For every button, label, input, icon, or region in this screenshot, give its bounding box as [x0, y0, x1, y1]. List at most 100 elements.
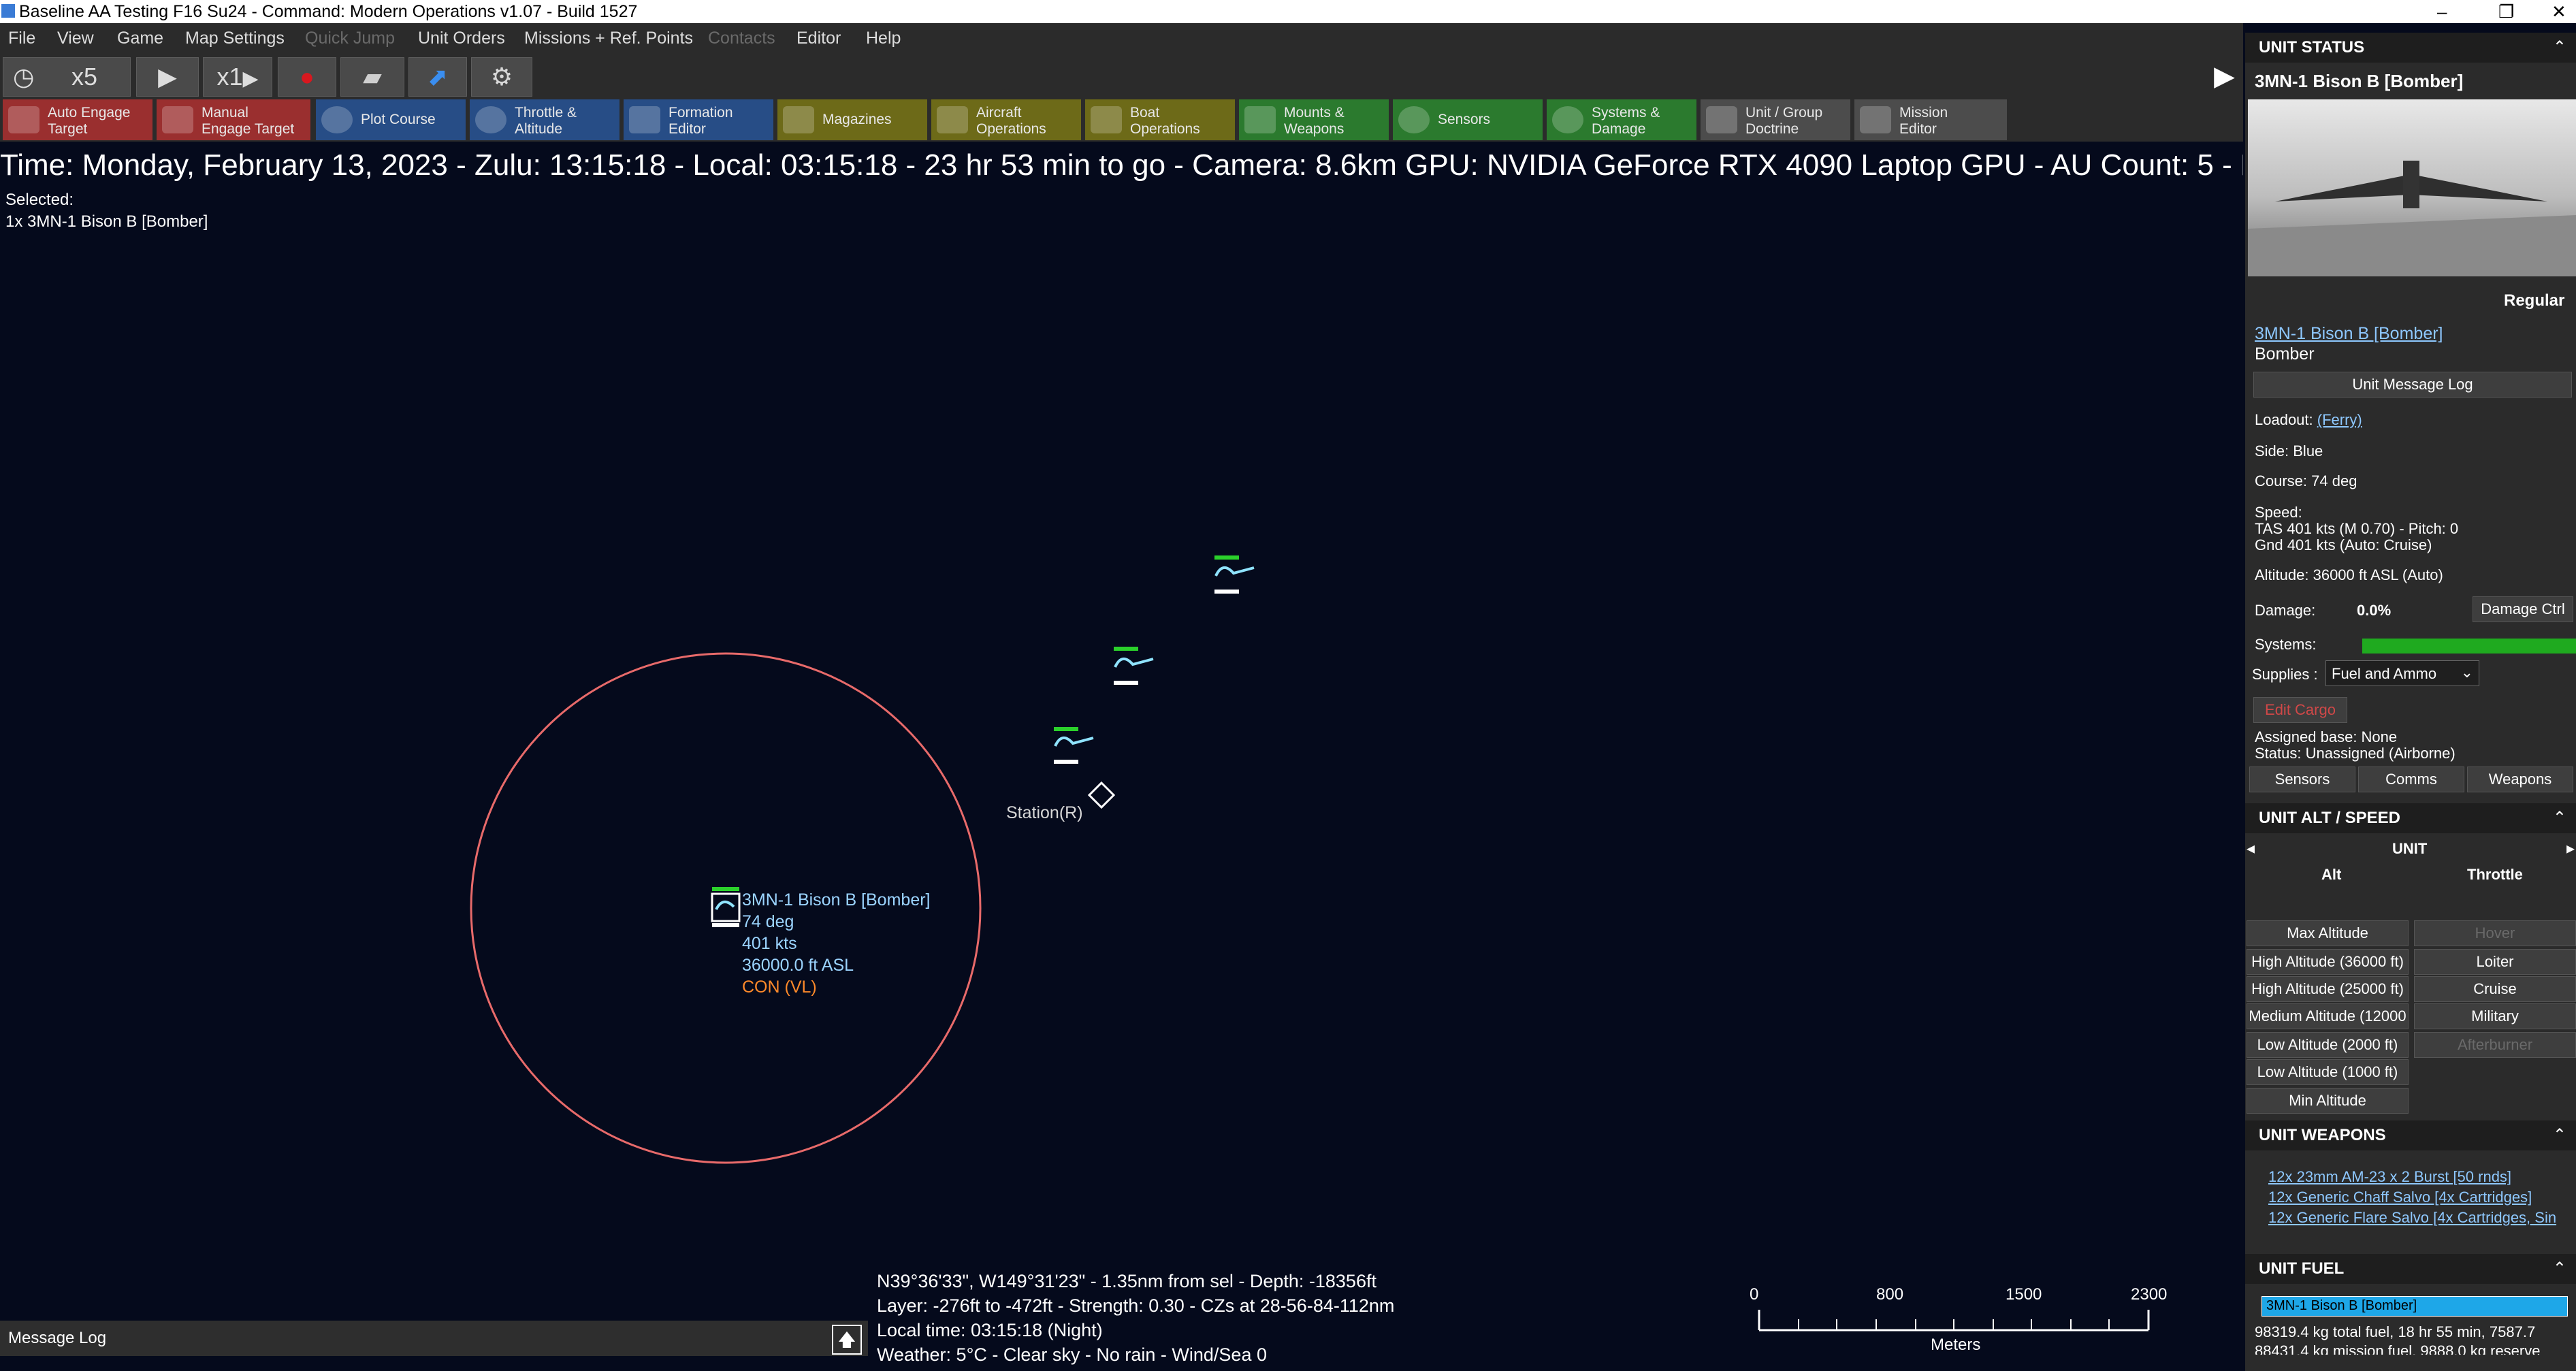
- fuel-total: 98319.4 kg total fuel, 18 hr 55 min, 758…: [2255, 1323, 2536, 1340]
- collapse-panel-arrow[interactable]: ▶: [2206, 54, 2243, 98]
- fuel-bar-label: 3MN-1 Bison B [Bomber]: [2266, 1298, 2417, 1313]
- menu-game[interactable]: Game: [117, 29, 163, 48]
- cinematic-button[interactable]: ▰: [340, 57, 404, 97]
- chevron-left-icon[interactable]: ◂: [2247, 839, 2255, 858]
- manual-engage-button[interactable]: Manual Engage Target: [157, 99, 310, 140]
- time-compression-button[interactable]: ◷ x5: [3, 57, 131, 97]
- mission-editor-button[interactable]: Mission Editor: [1854, 99, 2007, 140]
- doctrine-button[interactable]: Unit / Group Doctrine: [1701, 99, 1850, 140]
- sensors-button[interactable]: Sensors: [1393, 99, 1543, 140]
- tab-sensors[interactable]: Sensors: [2249, 767, 2355, 792]
- cursor-coordinates: N39°36'33", W149°31'23" - 1.35nm from se…: [877, 1271, 1376, 1291]
- unit-side-panel: UNIT STATUS ⌃ 3MN-1 Bison B [Bomber] Reg…: [2245, 33, 2576, 1371]
- aircraft-operations-button[interactable]: Aircraft Operations: [931, 99, 1081, 140]
- selected-label: Selected:: [5, 191, 74, 209]
- aircraft-contact-2[interactable]: [1114, 647, 1154, 685]
- throttle-loiter-button[interactable]: Loiter: [2414, 949, 2576, 975]
- speed-label: Speed:: [2255, 504, 2302, 521]
- alt-speed-unit-row: ◂ UNIT ▸: [2245, 836, 2576, 863]
- auto-engage-button[interactable]: Auto Engage Target: [3, 99, 152, 140]
- alt-low-2000-button[interactable]: Low Altitude (2000 ft): [2247, 1032, 2409, 1058]
- alt-max-button[interactable]: Max Altitude: [2247, 920, 2409, 946]
- throttle-cruise-button[interactable]: Cruise: [2414, 976, 2576, 1002]
- radar-icon: [1398, 106, 1430, 133]
- plot-course-button[interactable]: Plot Course: [316, 99, 466, 140]
- loadout-link[interactable]: (Ferry): [2317, 411, 2362, 428]
- throttle-military-button[interactable]: Military: [2414, 1003, 2576, 1029]
- proficiency: Regular: [2504, 291, 2565, 310]
- fuel-bar: 3MN-1 Bison B [Bomber]: [2261, 1296, 2568, 1317]
- damage-control-button[interactable]: Damage Ctrl: [2473, 596, 2573, 622]
- loadout-row: Loadout: (Ferry): [2255, 411, 2362, 429]
- menu-help[interactable]: Help: [866, 29, 901, 48]
- menu-missions[interactable]: Missions + Ref. Points: [524, 29, 693, 48]
- aircraft-contact-1[interactable]: [1054, 727, 1094, 764]
- map-svg: [470, 555, 1255, 1164]
- supplies-value: Fuel and Ammo: [2332, 665, 2437, 682]
- aircraft-contact-3[interactable]: [1214, 555, 1255, 594]
- menu-editor[interactable]: Editor: [796, 29, 841, 48]
- record-button[interactable]: ●: [278, 57, 336, 97]
- formation-line2: Editor: [669, 121, 706, 137]
- unit-name-link[interactable]: 3MN-1 Bison B [Bomber]: [2255, 324, 2443, 344]
- minimize-button[interactable]: –: [2437, 0, 2447, 23]
- alt-medium-button[interactable]: Medium Altitude (12000: [2247, 1003, 2409, 1029]
- mission-editor-line1: Mission: [1899, 105, 1948, 120]
- menu-unit-orders[interactable]: Unit Orders: [418, 29, 505, 48]
- boat-icon: [1091, 106, 1122, 133]
- unit-status-header[interactable]: UNIT STATUS ⌃: [2245, 33, 2576, 63]
- unit-orders-toolbar: Auto Engage Target Manual Engage Target …: [0, 98, 2243, 142]
- alt-low-1000-button[interactable]: Low Altitude (1000 ft): [2247, 1059, 2409, 1085]
- menu-view[interactable]: View: [57, 29, 94, 48]
- speed-x5-label: x5: [71, 63, 98, 91]
- close-button[interactable]: ✕: [2551, 0, 2566, 23]
- throttle-altitude-button[interactable]: Throttle & Altitude: [470, 99, 619, 140]
- supplies-select[interactable]: Fuel and Ammo ⌄: [2325, 660, 2479, 686]
- chevron-right-icon[interactable]: ▸: [2566, 839, 2575, 858]
- play-button[interactable]: ▶: [136, 57, 199, 97]
- fuel-header[interactable]: UNIT FUEL ⌃: [2245, 1254, 2576, 1284]
- message-log-bar[interactable]: Message Log 🡅: [0, 1321, 868, 1356]
- boat-operations-button[interactable]: Boat Operations: [1085, 99, 1235, 140]
- throttle-line1: Throttle &: [515, 105, 577, 120]
- expand-log-button[interactable]: 🡅: [832, 1325, 862, 1355]
- weapons-header[interactable]: UNIT WEAPONS ⌃: [2245, 1120, 2576, 1150]
- formation-editor-button[interactable]: Formation Editor: [624, 99, 773, 140]
- camera-button[interactable]: ⬈: [408, 57, 467, 97]
- throttle-hover-button[interactable]: Hover: [2414, 920, 2576, 946]
- side: Side: Blue: [2255, 442, 2323, 459]
- weapon-item[interactable]: 12x Generic Chaff Salvo [4x Cartridges]: [2268, 1189, 2532, 1206]
- systems-bar-fill: [2362, 639, 2576, 654]
- supplies-label: Supplies :: [2252, 666, 2318, 683]
- unit-message-log-button[interactable]: Unit Message Log: [2253, 372, 2572, 398]
- station-reference-point[interactable]: [1087, 781, 1116, 809]
- mounts-weapons-button[interactable]: Mounts & Weapons: [1239, 99, 1389, 140]
- alt-min-button[interactable]: Min Altitude: [2247, 1088, 2409, 1114]
- menu-quick-jump[interactable]: Quick Jump: [305, 29, 395, 48]
- edit-cargo-button[interactable]: Edit Cargo: [2253, 697, 2347, 723]
- map-view[interactable]: 3MN-1 Bison B [Bomber] 74 deg 401 kts 36…: [0, 218, 2243, 1327]
- alt-high-36000-button[interactable]: High Altitude (36000 ft): [2247, 949, 2409, 975]
- restore-button[interactable]: ❐: [2498, 0, 2514, 23]
- document-icon: [1706, 106, 1737, 133]
- bookmark-icon: ⬈: [427, 63, 449, 91]
- throttle-afterburner-button[interactable]: Afterburner: [2414, 1032, 2576, 1058]
- settings-button[interactable]: ⚙: [471, 57, 532, 97]
- menu-contacts[interactable]: Contacts: [708, 29, 775, 48]
- assigned-base: Assigned base: None: [2255, 728, 2398, 745]
- bomber-unit-symbol[interactable]: [711, 887, 741, 927]
- magazines-button[interactable]: Magazines: [777, 99, 927, 140]
- alt-speed-header[interactable]: UNIT ALT / SPEED ⌃: [2245, 803, 2576, 833]
- menu-map-settings[interactable]: Map Settings: [185, 29, 285, 48]
- aircraft-photo-icon: [2248, 161, 2576, 276]
- systems-damage-button[interactable]: Systems & Damage: [1547, 99, 1696, 140]
- alt-high-25000-button[interactable]: High Altitude (25000 ft): [2247, 976, 2409, 1002]
- tab-weapons[interactable]: Weapons: [2467, 767, 2573, 792]
- scale-tick-1500: 1500: [2006, 1285, 2042, 1304]
- step-button[interactable]: x1▶: [203, 57, 272, 97]
- weapon-item[interactable]: 12x 23mm AM-23 x 2 Burst [50 rnds]: [2268, 1168, 2511, 1186]
- tab-comms[interactable]: Comms: [2358, 767, 2464, 792]
- weapon-item[interactable]: 12x Generic Flare Salvo [4x Cartridges, …: [2268, 1209, 2556, 1227]
- menu-file[interactable]: File: [8, 29, 35, 48]
- cursor-info: N39°36'33", W149°31'23" - 1.35nm from se…: [877, 1269, 1394, 1367]
